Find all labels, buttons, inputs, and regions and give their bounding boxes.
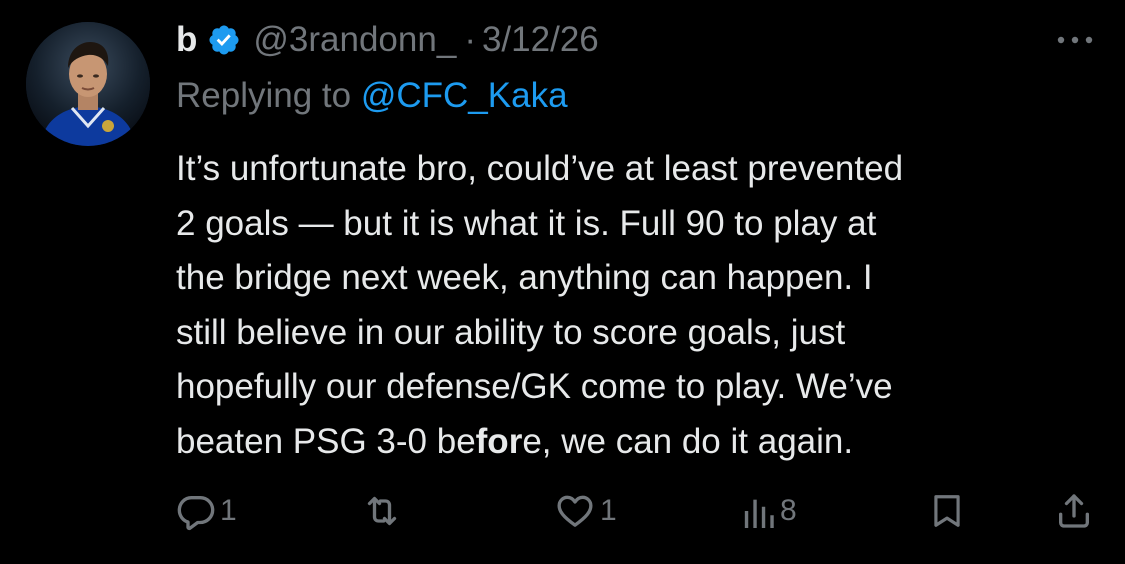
- tweet-text: It’s unfortunate bro, could’ve at least …: [176, 142, 1101, 469]
- like-count: 1: [600, 494, 617, 527]
- tweet[interactable]: b @3randonn_ · 3/12/26 Replying to @CFC_…: [0, 0, 1125, 564]
- more-dots-icon[interactable]: [1055, 30, 1095, 50]
- like-button[interactable]: 1: [554, 488, 617, 534]
- reply-icon: [177, 496, 215, 531]
- tweet-text-segment: e, we can do it again.: [522, 421, 854, 461]
- heart-icon: [557, 495, 593, 527]
- handle[interactable]: @3randonn_: [253, 20, 456, 60]
- avatar[interactable]: [26, 22, 150, 146]
- views-button[interactable]: 8: [742, 488, 797, 534]
- tweet-text-segment: beaten PSG 3-0 be: [176, 421, 476, 461]
- reply-button[interactable]: 1: [176, 488, 237, 534]
- share-icon: [1059, 494, 1089, 528]
- tweet-text-line: 2 goals — but it is what it is. Full 90 …: [176, 203, 877, 243]
- avatar-image: [26, 22, 150, 146]
- display-name[interactable]: b: [176, 20, 197, 60]
- bookmark-icon: [934, 495, 960, 527]
- tweet-date[interactable]: 3/12/26: [482, 20, 599, 60]
- action-bar: 1 1 8: [0, 488, 1125, 534]
- tweet-text-line: still believe in our ability to score go…: [176, 312, 846, 352]
- tweet-text-line: hopefully our defense/GK come to play. W…: [176, 367, 893, 406]
- bookmark-button[interactable]: [928, 488, 966, 534]
- tweet-header: b @3randonn_ · 3/12/26: [176, 18, 599, 62]
- share-button[interactable]: [1054, 488, 1094, 534]
- tweet-text-line: beaten PSG 3-0 before, we can do it agai…: [176, 415, 1101, 470]
- repost-button[interactable]: [360, 488, 404, 534]
- views-icon: [744, 499, 774, 528]
- tweet-text-bold-segment: for: [475, 421, 523, 461]
- views-count: 8: [780, 494, 797, 527]
- tweet-text-line: It’s unfortunate bro, could’ve at least …: [176, 149, 904, 188]
- tweet-text-line: the bridge next week, anything can happe…: [176, 258, 873, 297]
- replying-to: Replying to @CFC_Kaka: [176, 76, 568, 116]
- repost-icon: [367, 496, 397, 526]
- reply-mention-link[interactable]: @CFC_Kaka: [361, 76, 568, 115]
- verified-badge-icon: [207, 23, 241, 57]
- reply-count: 1: [220, 494, 237, 527]
- separator-dot: ·: [464, 20, 476, 59]
- replying-to-label: Replying to: [176, 76, 361, 115]
